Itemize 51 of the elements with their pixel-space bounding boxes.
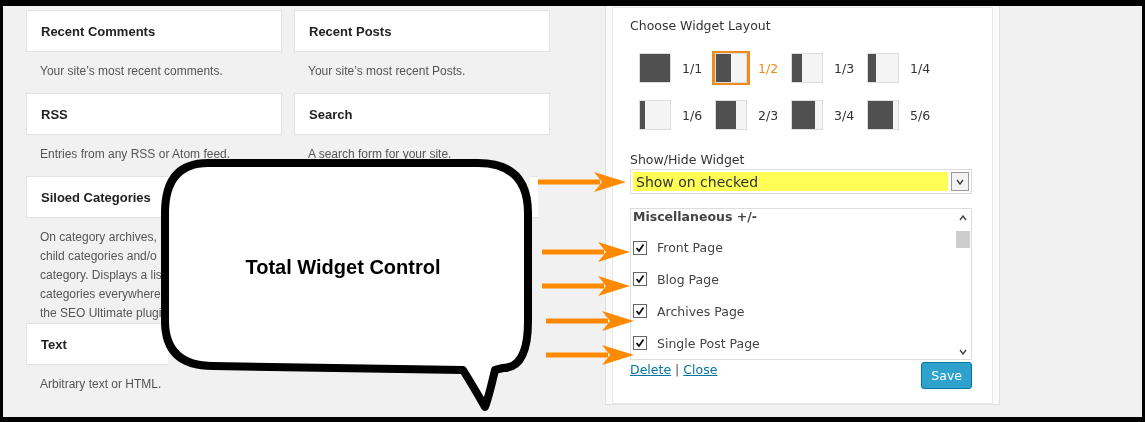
widget-description: child categories and/o <box>40 248 158 265</box>
widget-title[interactable]: RSS <box>26 93 282 135</box>
scroll-up-icon[interactable] <box>959 215 967 221</box>
layout-option[interactable] <box>788 98 826 132</box>
layout-option[interactable] <box>788 51 826 85</box>
widget-title[interactable]: Siloed Categories <box>26 176 168 218</box>
widget-description: On category archives, <box>40 229 158 246</box>
scroll-thumb[interactable] <box>956 231 970 248</box>
checkbox-label[interactable]: Single Post Page <box>657 335 760 351</box>
layout-label: 1/1 <box>682 60 703 76</box>
link-separator: | <box>675 362 680 377</box>
checkbox[interactable] <box>633 272 647 287</box>
layout-option[interactable] <box>864 98 902 132</box>
close-link[interactable]: Close <box>683 362 718 377</box>
widget-title[interactable]: Recent Posts <box>294 10 550 52</box>
scroll-down-icon[interactable] <box>959 349 967 355</box>
layout-option[interactable] <box>636 98 674 132</box>
layout-label: 2/3 <box>758 107 779 123</box>
layout-option[interactable] <box>712 51 750 85</box>
layout-label: 1/6 <box>682 107 703 123</box>
widget-description: A search form for your site. <box>308 146 453 163</box>
widget-description: Your site’s most recent Posts. <box>308 63 467 80</box>
layout-option[interactable] <box>864 51 902 85</box>
field-label: Show/Hide Widget <box>630 152 746 167</box>
callout-text: Total Widget Control <box>244 256 442 279</box>
page-list[interactable]: Miscellaneous +/- Front Page Blog Page Archives Page Single Post Page <box>630 208 972 360</box>
widget-title[interactable]: Recent Comments <box>26 10 282 52</box>
widget-description: categories everywhere <box>40 286 162 303</box>
layout-label: 1/2 <box>758 60 779 76</box>
checkbox[interactable] <box>633 304 647 319</box>
layout-label: 1/3 <box>834 60 855 76</box>
layout-label: 5/6 <box>910 107 931 123</box>
layout-option[interactable] <box>712 98 750 132</box>
checkbox-label[interactable]: Blog Page <box>657 271 719 287</box>
widget-description: Entries from any RSS or Atom feed. <box>40 146 232 163</box>
widget-description: the SEO Ultimate plugi <box>40 305 163 322</box>
layout-label: 1/4 <box>910 60 931 76</box>
section-heading: Choose Widget Layout <box>630 18 772 33</box>
dropdown-icon <box>956 178 964 185</box>
checkbox[interactable] <box>633 240 647 255</box>
widget-description: Your site’s most recent comments. <box>40 63 224 80</box>
delete-link[interactable]: Delete <box>630 362 672 377</box>
widget-title[interactable]: Text <box>26 323 168 365</box>
layout-label: 3/4 <box>834 107 855 123</box>
checkbox-label[interactable]: Front Page <box>657 240 723 256</box>
list-heading: Miscellaneous +/- <box>633 209 758 226</box>
checkbox[interactable] <box>633 336 647 351</box>
widget-description: Arbitrary text or HTML. <box>40 376 163 393</box>
visibility-select[interactable]: Show on checked <box>630 169 972 194</box>
widget-title[interactable]: Search <box>294 93 550 135</box>
checkbox-label[interactable]: Archives Page <box>657 303 745 319</box>
